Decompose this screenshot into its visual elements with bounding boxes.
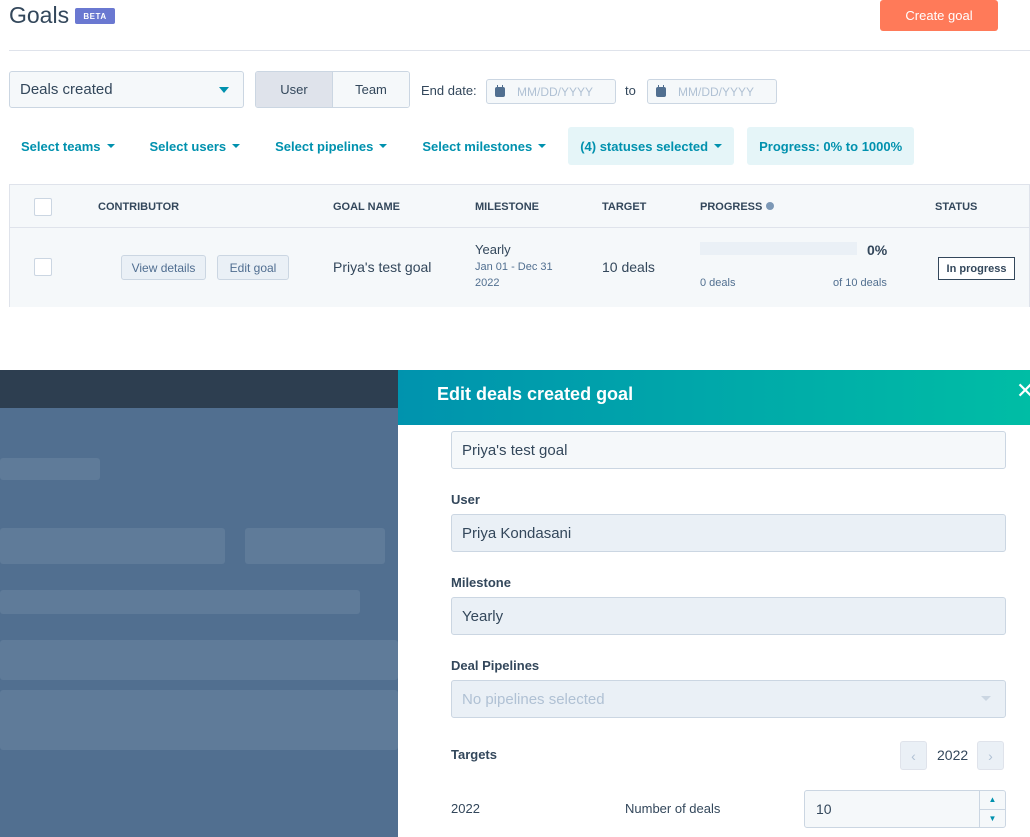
milestone-range: Jan 01 - Dec 31 (475, 261, 553, 273)
start-date-placeholder: MM/DD/YYYY (517, 84, 594, 99)
team-toggle-button[interactable]: Team (333, 72, 409, 107)
select-pipelines-label: Select pipelines (275, 138, 374, 154)
stepper-down-icon[interactable]: ▼ (980, 808, 1005, 828)
user-label: User (451, 492, 480, 507)
dimmed-table-header (0, 640, 398, 680)
goal-type-value: Deals created (20, 81, 113, 98)
caret-down-icon (232, 144, 241, 148)
milestone-cell: Yearly (475, 242, 511, 257)
view-details-button[interactable]: View details (121, 255, 206, 280)
number-of-deals-label: Number of deals (625, 801, 721, 816)
caret-down-icon (538, 144, 547, 148)
column-status[interactable]: STATUS (935, 201, 977, 213)
column-goal-name[interactable]: GOAL NAME (333, 201, 400, 213)
caret-down-icon (714, 144, 723, 148)
caret-down-icon (106, 144, 115, 148)
select-milestones-filter[interactable]: Select milestones (422, 127, 547, 165)
end-date-input[interactable]: MM/DD/YYYY (647, 79, 777, 104)
statuses-filter[interactable]: (4) statuses selected (568, 127, 735, 165)
select-teams-filter[interactable]: Select teams (9, 127, 115, 165)
select-milestones-label: Select milestones (422, 138, 533, 154)
milestone-field[interactable]: Yearly (451, 597, 1006, 635)
calendar-icon (495, 84, 505, 97)
targets-year: 2022 (937, 747, 969, 763)
dimmed-table-row (0, 690, 398, 750)
target-cell: 10 deals (602, 259, 655, 275)
progress-total: of 10 deals (833, 277, 887, 289)
goal-name-value: Priya's test goal (462, 441, 568, 459)
row-checkbox[interactable] (34, 258, 52, 276)
goal-type-dropdown[interactable]: Deals created (9, 71, 244, 108)
page-title: Goals (9, 2, 70, 28)
column-progress[interactable]: PROGRESS (700, 201, 775, 213)
to-label: to (625, 83, 636, 98)
dimmed-title (0, 458, 100, 480)
caret-down-icon (981, 696, 991, 701)
user-value: Priya Kondasani (462, 524, 572, 542)
dimmed-filters (0, 590, 360, 614)
statuses-label: (4) statuses selected (580, 138, 709, 154)
select-teams-label: Select teams (21, 138, 101, 154)
close-icon[interactable]: ✕ (1016, 378, 1030, 404)
progress-percent: 0% (867, 242, 888, 258)
goal-name-cell: Priya's test goal (333, 259, 432, 275)
chevron-left-icon[interactable]: ‹ (900, 741, 927, 770)
quantity-stepper: ▲ ▼ (979, 791, 1005, 827)
caret-down-icon (379, 144, 388, 148)
column-target[interactable]: TARGET (602, 201, 646, 213)
select-pipelines-filter[interactable]: Select pipelines (275, 127, 388, 165)
status-badge: In progress (938, 257, 1015, 280)
progress-filter-label: Progress: 0% to 1000% (759, 138, 903, 154)
user-toggle-button[interactable]: User (256, 72, 333, 107)
table-row: View details Edit goal Priya's test goal… (10, 228, 1029, 307)
deal-pipelines-placeholder: No pipelines selected (462, 690, 605, 708)
targets-label: Targets (451, 747, 497, 762)
dimmed-toggle (245, 528, 385, 564)
deal-pipelines-select[interactable]: No pipelines selected (451, 680, 1006, 718)
stepper-up-icon[interactable]: ▲ (980, 791, 1005, 809)
dimmed-navbar (0, 370, 398, 408)
milestone-value: Yearly (462, 607, 504, 625)
select-users-label: Select users (149, 138, 227, 154)
progress-bar (700, 242, 857, 255)
milestone-year: 2022 (475, 277, 500, 289)
table-header: CONTRIBUTOR GOAL NAME MILESTONE TARGET P… (10, 185, 1029, 228)
chevron-right-icon[interactable]: › (977, 741, 1004, 770)
deal-pipelines-label: Deal Pipelines (451, 658, 540, 673)
column-contributor[interactable]: CONTRIBUTOR (98, 201, 179, 213)
goals-page: Goals BETA Create goal Deals created Use… (0, 0, 1030, 370)
target-row-year: 2022 (451, 801, 480, 816)
start-date-input[interactable]: MM/DD/YYYY (486, 79, 616, 104)
modal-backdrop[interactable] (0, 370, 398, 837)
user-field[interactable]: Priya Kondasani (451, 514, 1006, 552)
calendar-icon (656, 84, 666, 97)
goal-name-input[interactable]: Priya's test goal (451, 431, 1006, 469)
number-of-deals-value: 10 (816, 801, 832, 817)
number-of-deals-input[interactable]: 10 ▲ ▼ (804, 790, 1006, 828)
create-goal-button[interactable]: Create goal (880, 0, 998, 31)
milestone-label: Milestone (451, 575, 511, 590)
progress-current: 0 deals (700, 277, 736, 289)
goals-table: CONTRIBUTOR GOAL NAME MILESTONE TARGET P… (9, 184, 1030, 307)
filter-bar: Select teams Select users Select pipelin… (9, 127, 915, 165)
dimmed-dropdown (0, 528, 225, 564)
end-date-placeholder: MM/DD/YYYY (678, 84, 755, 99)
panel-header: Edit deals created goal ✕ (398, 370, 1030, 425)
column-progress-label: PROGRESS (700, 201, 763, 213)
header-divider (9, 50, 1030, 51)
beta-badge: BETA (75, 8, 115, 24)
select-users-filter[interactable]: Select users (150, 127, 241, 165)
info-icon[interactable] (766, 202, 775, 210)
end-date-label: End date: (421, 83, 477, 98)
column-milestone[interactable]: MILESTONE (475, 201, 539, 213)
select-all-checkbox[interactable] (34, 198, 52, 216)
edit-goal-button[interactable]: Edit goal (217, 255, 289, 280)
progress-filter[interactable]: Progress: 0% to 1000% (747, 127, 915, 165)
user-team-toggle: User Team (255, 71, 410, 108)
panel-title: Edit deals created goal (437, 384, 634, 404)
caret-down-icon (219, 87, 229, 93)
edit-goal-panel: Edit deals created goal ✕ Priya's test g… (398, 370, 1030, 837)
